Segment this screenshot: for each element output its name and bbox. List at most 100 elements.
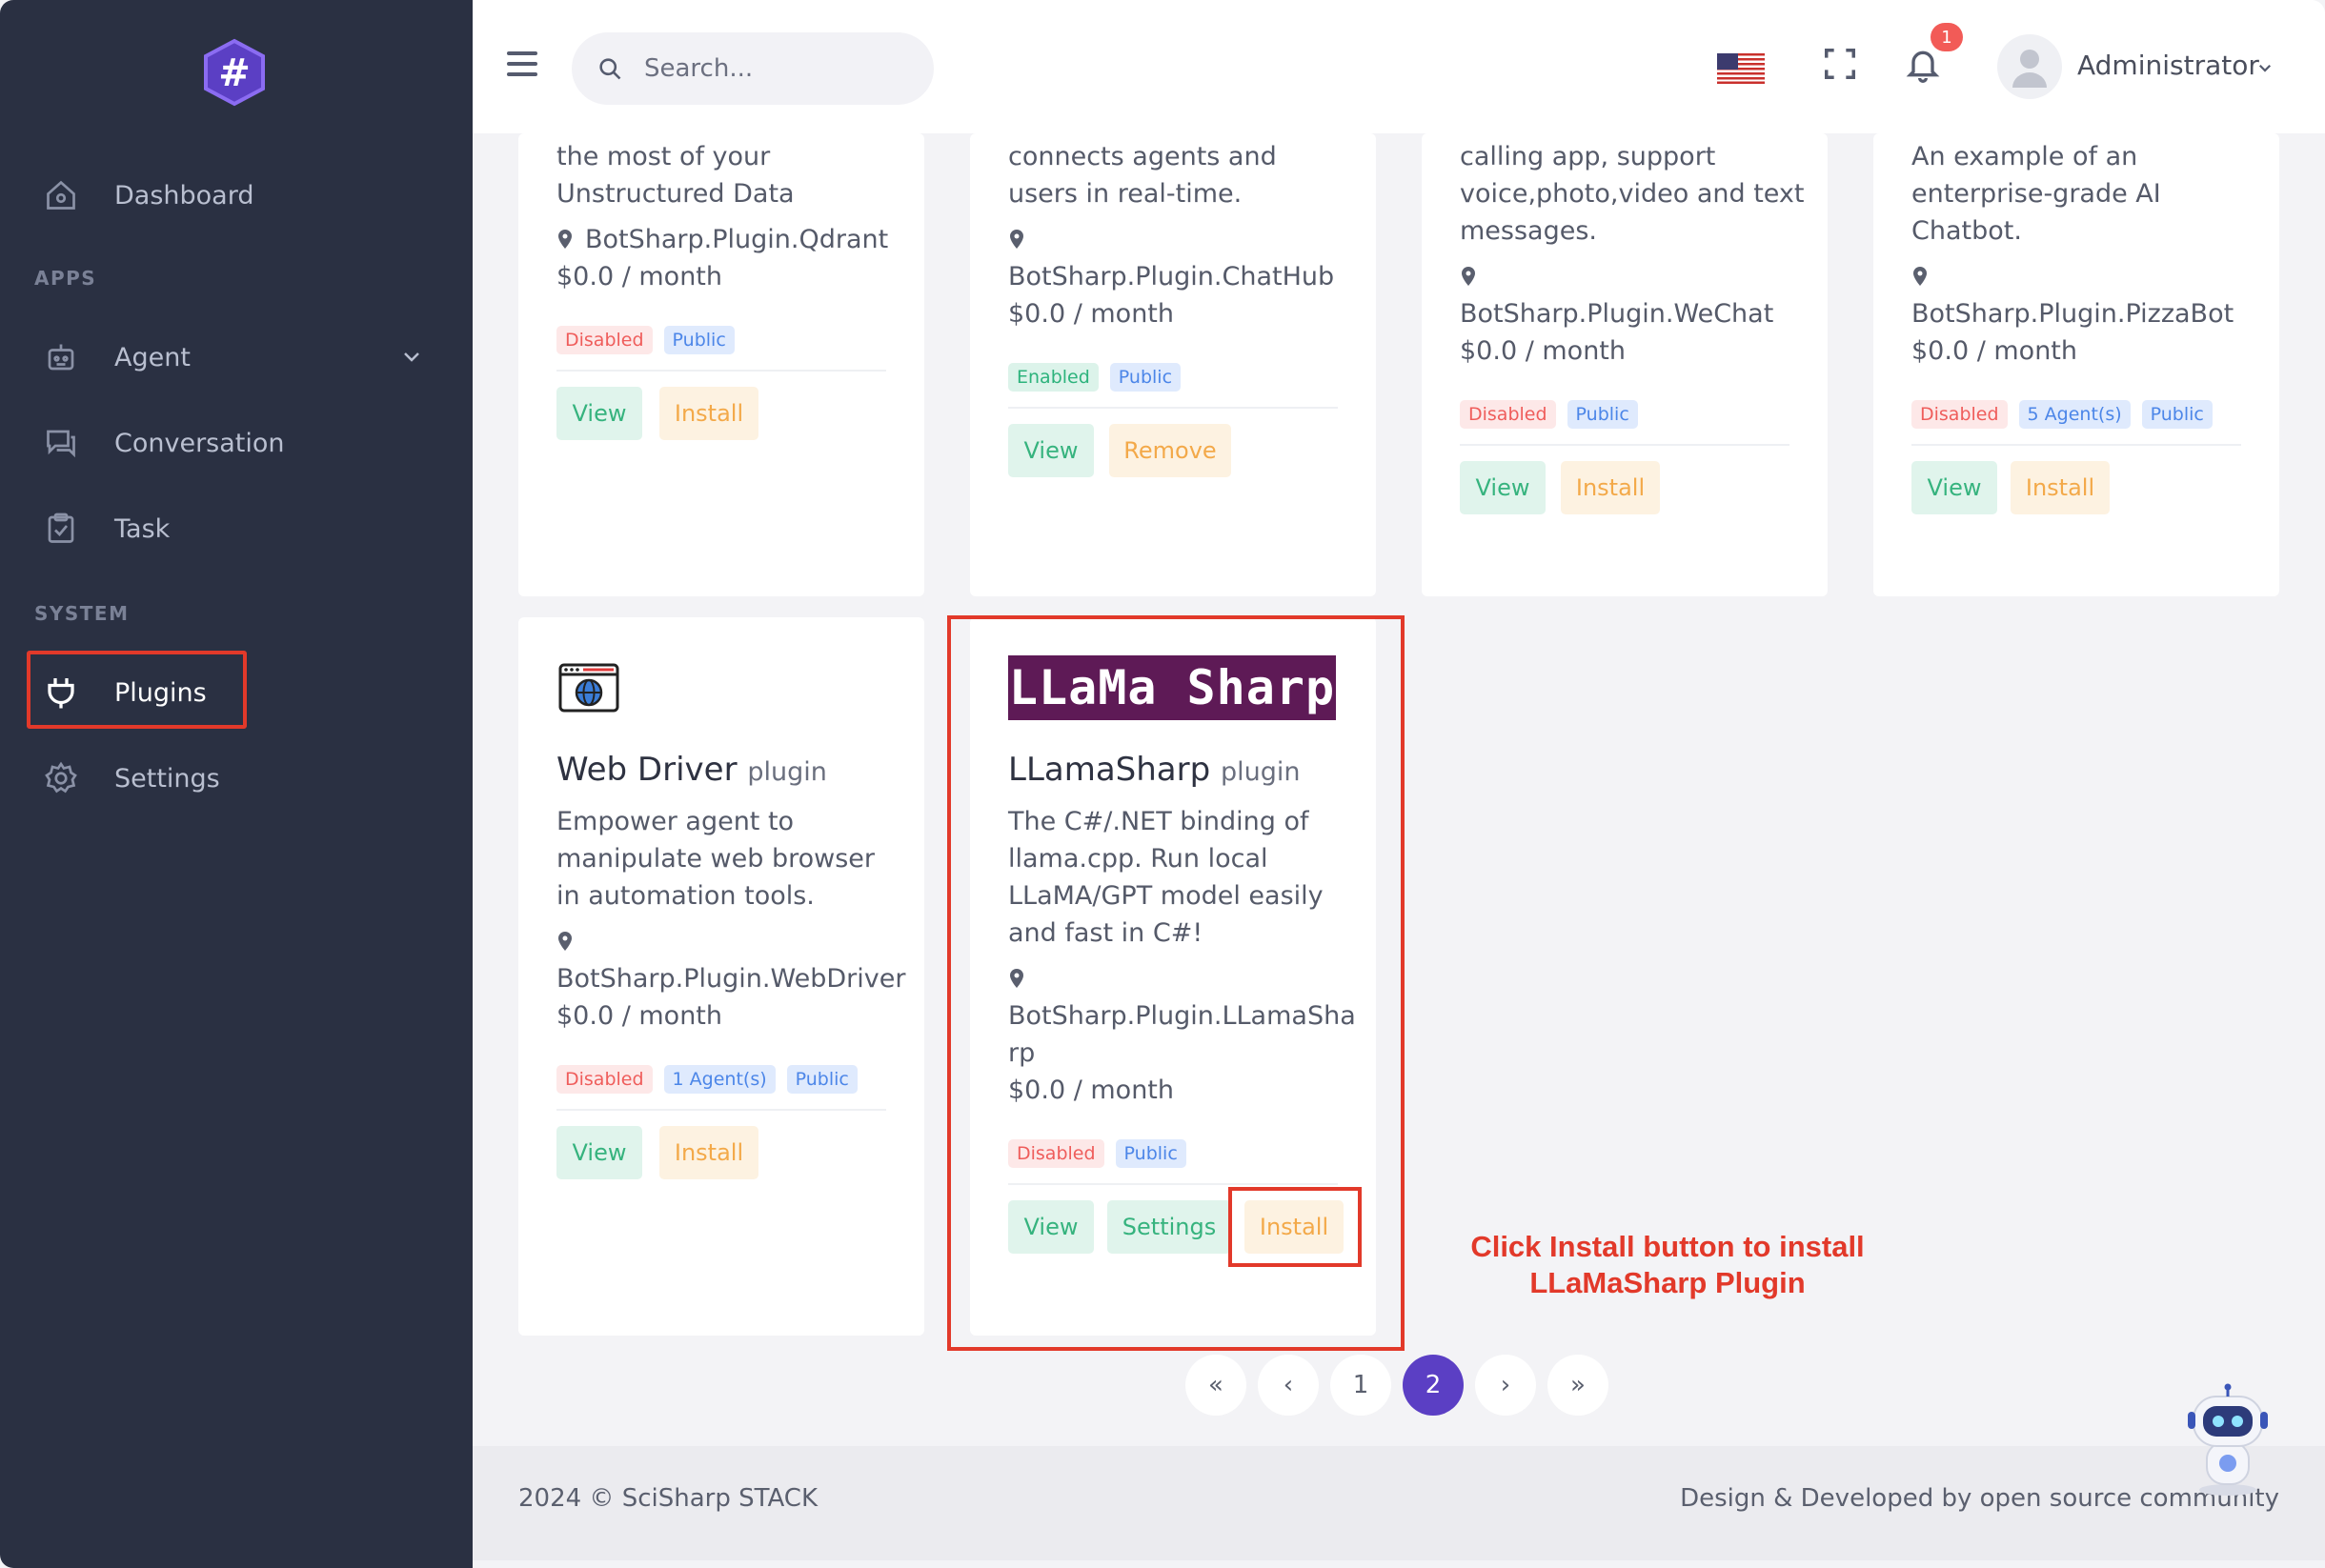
plugin-tags: Disabled 1 Agent(s) Public — [556, 1065, 858, 1094]
page-last[interactable]: » — [1547, 1355, 1608, 1416]
map-pin-icon — [558, 230, 572, 249]
robot-icon — [42, 338, 80, 376]
plugin-price: $0.0 / month — [1911, 336, 2078, 366]
plugin-tags: Disabled Public — [556, 326, 735, 354]
plugin-tags: Enabled Public — [1008, 363, 1182, 392]
instruction-annotation: Click Install button to install LLaMaSha… — [1470, 1230, 1865, 1299]
view-button[interactable]: View — [1460, 461, 1546, 514]
plugin-price: $0.0 / month — [1008, 299, 1175, 329]
search-icon — [599, 58, 621, 80]
agent-count-badge: 5 Agent(s) — [2018, 400, 2131, 429]
page-first[interactable]: « — [1185, 1355, 1246, 1416]
visibility-badge: Public — [786, 1065, 858, 1094]
page-1[interactable]: 1 — [1330, 1355, 1391, 1416]
hashtag-hexagon-logo[interactable]: # — [200, 38, 269, 107]
plugin-description: calling app, support voice,photo,video a… — [1460, 142, 1805, 246]
menu-toggle-icon[interactable] — [507, 51, 537, 80]
page-prev[interactable]: ‹ — [1258, 1355, 1319, 1416]
map-pin-icon — [1010, 230, 1023, 249]
sidebar-item-label: Dashboard — [114, 180, 254, 211]
visibility-badge: Public — [663, 326, 735, 354]
plugin-price: $0.0 / month — [556, 262, 723, 291]
card-divider — [1911, 444, 2241, 446]
card-divider — [556, 1109, 886, 1111]
visibility-badge: Public — [1567, 400, 1638, 429]
view-button[interactable]: View — [1008, 424, 1094, 477]
home-icon — [42, 176, 80, 214]
remove-button[interactable]: Remove — [1109, 424, 1231, 477]
sidebar-item-agent[interactable]: Agent — [27, 324, 191, 391]
sidebar-item-settings[interactable]: Settings — [27, 745, 220, 812]
plugin-tags: Disabled 5 Agent(s) Public — [1911, 400, 2213, 429]
status-badge: Disabled — [1460, 400, 1556, 429]
visibility-badge: Public — [2141, 400, 2213, 429]
search-bar[interactable] — [572, 32, 934, 105]
page-2[interactable]: 2 — [1403, 1355, 1464, 1416]
view-button[interactable]: View — [1911, 461, 1997, 514]
install-button[interactable]: Install — [659, 1126, 758, 1179]
view-button[interactable]: View — [556, 387, 642, 440]
plugin-description: An example of an enterprise-grade AI Cha… — [1911, 142, 2161, 246]
sidebar-item-label: Agent — [114, 342, 191, 372]
us-flag-icon[interactable] — [1717, 53, 1765, 84]
search-input[interactable] — [644, 54, 882, 83]
install-button[interactable]: Install — [659, 387, 758, 440]
user-name[interactable]: Administrator — [2077, 50, 2259, 81]
plugin-package: BotSharp.Plugin.Qdrant — [556, 221, 888, 258]
view-button[interactable]: View — [556, 1126, 642, 1179]
agent-count-badge: 1 Agent(s) — [663, 1065, 776, 1094]
svg-text:#: # — [218, 51, 251, 95]
card-divider — [1460, 444, 1789, 446]
sidebar-item-task[interactable]: Task — [27, 495, 170, 562]
plugin-package: BotSharp.Plugin.ChatHub — [1008, 221, 1334, 295]
chat-icon — [42, 424, 80, 462]
footer: 2024 © SciSharp STACK Design & Developed… — [473, 1446, 2325, 1560]
status-badge: Disabled — [556, 326, 653, 354]
visibility-badge: Public — [1109, 363, 1182, 392]
chevron-down-icon[interactable] — [400, 345, 423, 368]
map-pin-icon — [1913, 267, 1927, 286]
status-badge: Disabled — [1911, 400, 2008, 429]
sidebar-item-label: Task — [114, 513, 171, 544]
plugins-highlight-box — [27, 651, 247, 729]
notification-badge: 1 — [1931, 23, 1963, 51]
plugin-tags: Disabled Public — [1460, 400, 1638, 429]
clipboard-check-icon — [42, 510, 80, 548]
status-badge: Enabled — [1008, 363, 1099, 392]
plugin-package: BotSharp.Plugin.PizzaBot — [1911, 258, 2234, 332]
map-pin-icon — [558, 932, 572, 951]
browser-globe-icon — [558, 663, 619, 713]
sidebar: # Dashboard APPS Agent Conversation Task… — [0, 0, 473, 1568]
card-divider — [556, 370, 886, 372]
chatbot-robot-icon[interactable] — [2178, 1383, 2277, 1498]
sidebar-item-conversation[interactable]: Conversation — [27, 410, 285, 476]
sidebar-item-dashboard[interactable]: Dashboard — [27, 162, 253, 229]
avatar[interactable] — [1997, 34, 2062, 99]
plugin-package: BotSharp.Plugin.WeChat — [1460, 258, 1773, 332]
chevron-down-icon[interactable] — [2256, 59, 2274, 76]
section-apps: APPS — [34, 267, 97, 290]
install-highlight-box — [1228, 1187, 1362, 1267]
gear-icon — [42, 759, 80, 797]
sidebar-item-label: Settings — [114, 763, 220, 794]
fullscreen-icon[interactable] — [1822, 46, 1858, 82]
status-badge: Disabled — [556, 1065, 653, 1094]
page-next[interactable]: › — [1475, 1355, 1536, 1416]
section-system: SYSTEM — [34, 602, 130, 625]
plugin-title: Web Driver plugin — [556, 751, 827, 789]
plugin-description: connects agents and users in real-time. — [1008, 142, 1277, 209]
footer-copyright: 2024 © SciSharp STACK — [518, 1484, 818, 1513]
install-button[interactable]: Install — [1561, 461, 1660, 514]
plugin-description: the most of your Unstructured Data — [556, 142, 795, 209]
card-divider — [1008, 407, 1338, 409]
plugin-package: BotSharp.Plugin.WebDriver — [556, 923, 905, 997]
plugin-price: $0.0 / month — [1460, 336, 1627, 366]
top-header: 1 Administrator — [473, 0, 2325, 133]
sidebar-item-label: Conversation — [114, 428, 285, 458]
plugin-price: $0.0 / month — [556, 1001, 723, 1031]
map-pin-icon — [1462, 267, 1475, 286]
install-button[interactable]: Install — [2011, 461, 2110, 514]
pagination: « ‹ 1 2 › » — [1185, 1355, 1608, 1416]
bell-icon[interactable] — [1904, 44, 1942, 84]
plugin-description: Empower agent to manipulate web browser … — [556, 807, 875, 911]
